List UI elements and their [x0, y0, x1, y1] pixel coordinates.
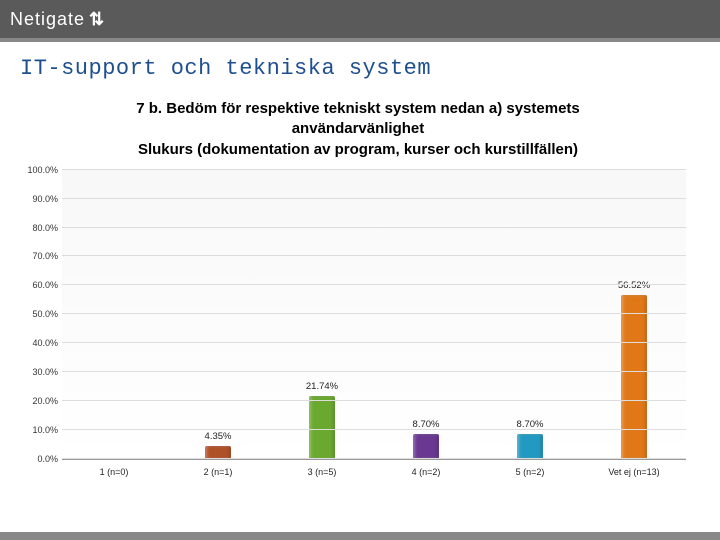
x-tick-label: Vet ej (n=13) — [608, 467, 659, 477]
bar-value-label: 4.35% — [205, 431, 232, 442]
grid-line — [62, 400, 686, 401]
bar — [517, 434, 543, 459]
bar — [309, 396, 335, 459]
brand-name: Netigate — [10, 9, 85, 30]
content-area: IT-support och tekniska system 7 b. Bedö… — [0, 42, 720, 536]
footer-border — [0, 536, 720, 540]
y-tick-label: 0.0% — [18, 454, 58, 464]
bar-slot: 1 (n=0) — [62, 170, 166, 459]
y-tick-label: 90.0% — [18, 194, 58, 204]
bar-slot: 8.70%5 (n=2) — [478, 170, 582, 459]
y-tick-label: 20.0% — [18, 396, 58, 406]
app-header: Netigate ⇅ — [0, 0, 720, 42]
bar-value-label: 56.52% — [618, 280, 650, 291]
y-tick-label: 40.0% — [18, 338, 58, 348]
x-tick-label: 2 (n=1) — [204, 467, 233, 477]
bar-value-label: 21.74% — [306, 381, 338, 392]
brand-logo: Netigate ⇅ — [10, 9, 105, 30]
y-tick-label: 10.0% — [18, 425, 58, 435]
y-tick-label: 30.0% — [18, 367, 58, 377]
grid-line — [62, 371, 686, 372]
x-tick-label: 5 (n=2) — [516, 467, 545, 477]
chart-title: 7 b. Bedöm för respektive tekniskt syste… — [98, 99, 618, 160]
y-tick-label: 70.0% — [18, 251, 58, 261]
grid-line — [62, 255, 686, 256]
bar-slot: 21.74%3 (n=5) — [270, 170, 374, 459]
x-tick-label: 1 (n=0) — [100, 467, 129, 477]
grid-line — [62, 169, 686, 170]
grid-line — [62, 198, 686, 199]
bar — [413, 434, 439, 459]
grid-line — [62, 227, 686, 228]
bar-slot: 8.70%4 (n=2) — [374, 170, 478, 459]
y-tick-label: 50.0% — [18, 309, 58, 319]
grid-line — [62, 284, 686, 285]
bar — [621, 295, 647, 458]
grid-line — [62, 458, 686, 459]
grid-line — [62, 342, 686, 343]
chart: 1 (n=0)4.35%2 (n=1)21.74%3 (n=5)8.70%4 (… — [62, 170, 686, 490]
plot-area: 1 (n=0)4.35%2 (n=1)21.74%3 (n=5)8.70%4 (… — [62, 170, 686, 460]
y-tick-label: 100.0% — [18, 165, 58, 175]
bar-slot: 56.52%Vet ej (n=13) — [582, 170, 686, 459]
x-tick-label: 3 (n=5) — [308, 467, 337, 477]
x-tick-label: 4 (n=2) — [412, 467, 441, 477]
bar-slot: 4.35%2 (n=1) — [166, 170, 270, 459]
grid-line — [62, 313, 686, 314]
brand-icon: ⇅ — [89, 9, 105, 30]
y-tick-label: 80.0% — [18, 223, 58, 233]
grid-line — [62, 429, 686, 430]
page-title: IT-support och tekniska system — [20, 56, 696, 81]
y-tick-label: 60.0% — [18, 280, 58, 290]
bars-container: 1 (n=0)4.35%2 (n=1)21.74%3 (n=5)8.70%4 (… — [62, 170, 686, 459]
